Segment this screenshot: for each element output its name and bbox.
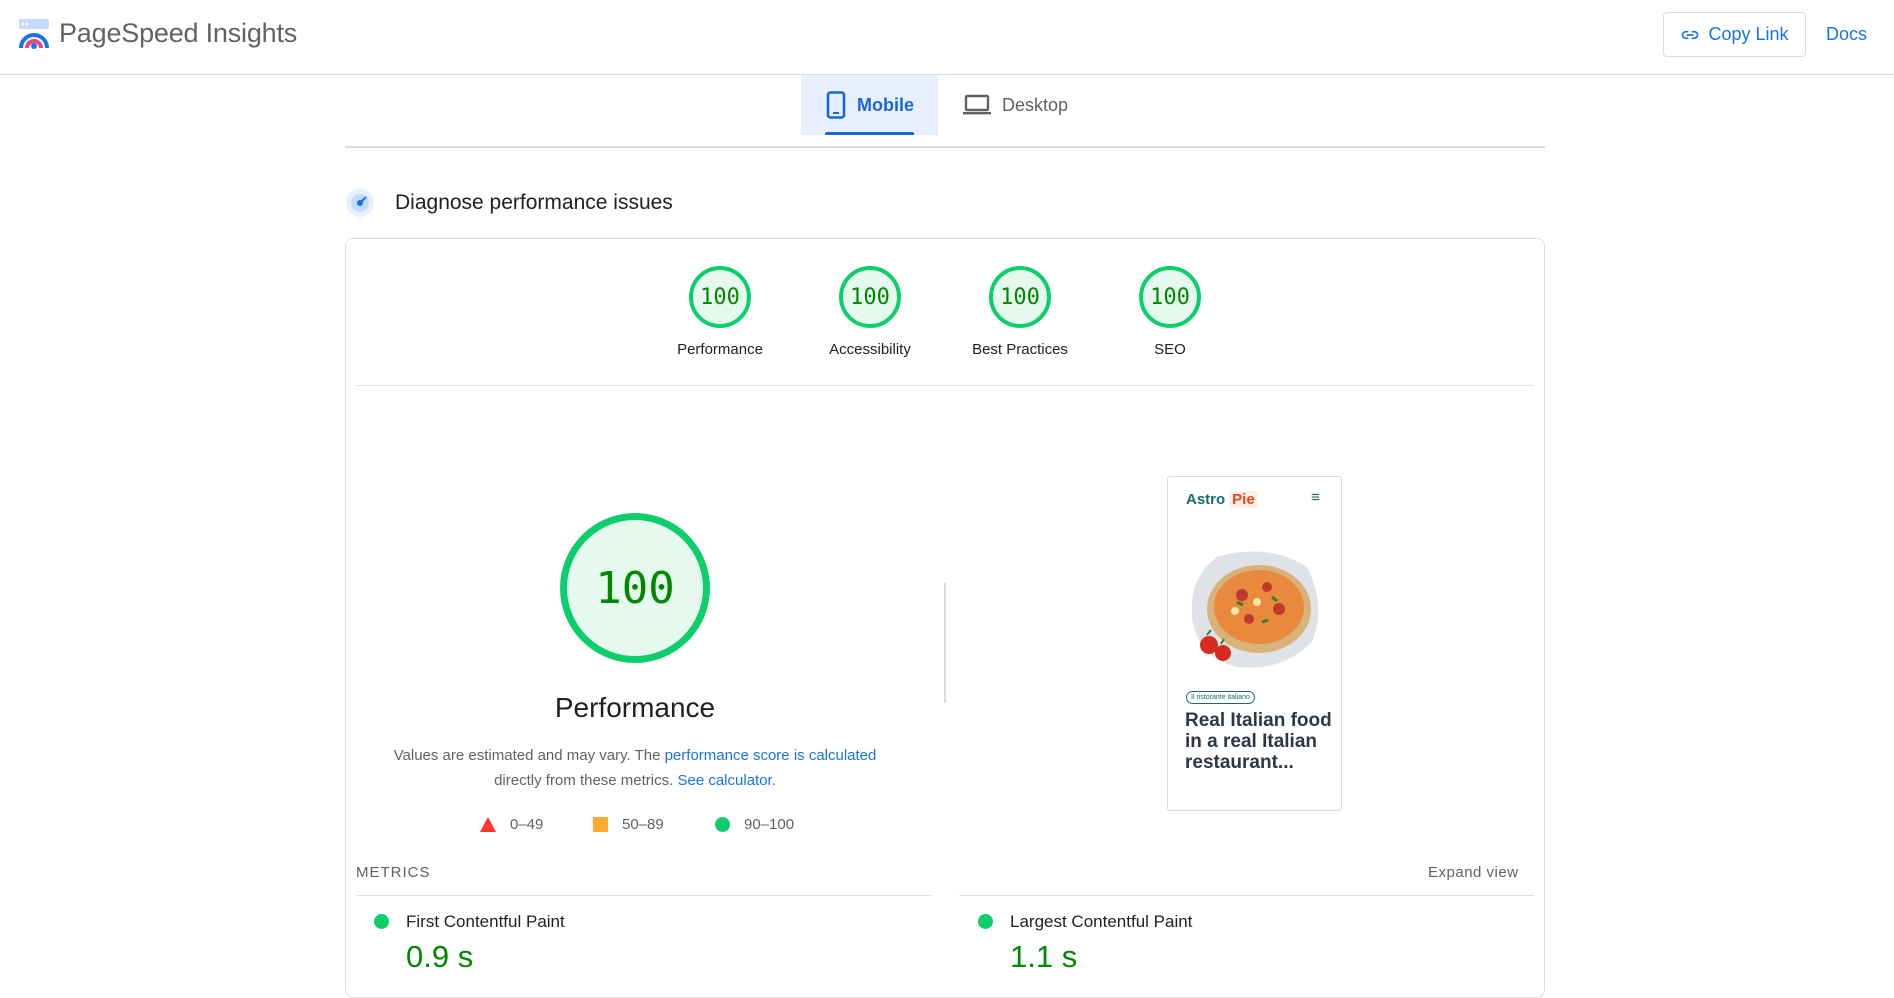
tab-mobile-label: Mobile <box>857 94 914 115</box>
gauge-accessibility[interactable]: 100 Accessibility <box>815 266 925 358</box>
legend-range: 50–89 <box>622 816 664 833</box>
performance-description: Values are estimated and may vary. The p… <box>380 743 890 793</box>
legend-range: 0–49 <box>510 816 544 833</box>
performance-score-gauge: 100 <box>560 513 710 663</box>
docs-link[interactable]: Docs <box>1826 24 1867 45</box>
score-calculated-link[interactable]: performance score is calculated <box>665 747 877 764</box>
circle-icon <box>715 817 730 832</box>
legend-average: 50–89 <box>593 816 664 833</box>
preview-headline: Real Italian food in a real Italian rest… <box>1185 710 1332 773</box>
gauges-divider <box>356 385 1534 386</box>
section-title: Diagnose performance issues <box>395 191 673 214</box>
laptop-icon <box>963 94 991 115</box>
diagnose-icon <box>346 189 374 217</box>
expand-view-button[interactable]: Expand view <box>1428 864 1519 881</box>
gauge-label: Accessibility <box>829 341 911 358</box>
tab-desktop[interactable]: Desktop <box>938 75 1092 135</box>
link-icon <box>1682 30 1699 39</box>
triangle-icon <box>480 817 496 832</box>
brand-pie: Pie <box>1229 491 1258 508</box>
gauge-best-practices[interactable]: 100 Best Practices <box>965 266 1075 358</box>
desc-text: directly from these metrics. <box>494 772 678 789</box>
gauge-score: 100 <box>689 266 751 328</box>
smartphone-icon <box>826 91 846 119</box>
square-icon <box>593 817 608 832</box>
menu-icon: ≡ <box>1311 489 1320 506</box>
performance-title: Performance <box>554 692 716 723</box>
pagespeed-logo-icon[interactable] <box>18 18 50 50</box>
app-title: PageSpeed Insights <box>59 18 298 48</box>
tab-mobile[interactable]: Mobile <box>801 75 938 135</box>
metric-value: 1.1 s <box>1010 939 1078 974</box>
preview-tag: Il ristorante italiano <box>1186 691 1255 704</box>
brand-astro: Astro <box>1186 491 1226 508</box>
pass-circle-icon <box>978 914 993 929</box>
gauge-seo[interactable]: 100 SEO <box>1115 266 1225 358</box>
desc-text: Values are estimated and may vary. The <box>393 747 665 764</box>
metrics-label: METRICS <box>356 864 431 881</box>
metric-name: Largest Contentful Paint <box>1010 912 1193 931</box>
legend-range: 90–100 <box>744 816 795 833</box>
gauge-score: 100 <box>1139 266 1201 328</box>
device-tabs: Mobile Desktop <box>801 75 1092 135</box>
gauge-performance[interactable]: 100 Performance <box>665 266 775 358</box>
metrics-divider-left <box>356 895 931 896</box>
legend-pass: 90–100 <box>715 816 794 833</box>
copy-link-button[interactable]: Copy Link <box>1663 12 1806 57</box>
copy-link-label: Copy Link <box>1708 24 1789 44</box>
gauge-score: 100 <box>989 266 1051 328</box>
gauge-score: 100 <box>839 266 901 328</box>
pass-circle-icon <box>374 914 389 929</box>
metric-value: 0.9 s <box>406 939 474 974</box>
pizza-image <box>1191 551 1319 668</box>
preview-brand: Astro Pie <box>1186 491 1258 508</box>
top-bar: PageSpeed Insights Copy Link Docs <box>0 0 1894 75</box>
gauge-label: Performance <box>677 341 763 358</box>
metric-name: First Contentful Paint <box>406 912 565 931</box>
gauge-label: Best Practices <box>972 341 1068 358</box>
see-calculator-link[interactable]: See calculator. <box>677 772 775 789</box>
page-screenshot-preview: Astro Pie ≡ Il ristorante italiano Real … <box>1167 476 1342 811</box>
gauge-label: SEO <box>1154 341 1186 358</box>
legend-fail: 0–49 <box>480 816 543 833</box>
tabs-divider <box>345 146 1545 148</box>
tab-desktop-label: Desktop <box>1002 94 1069 115</box>
metrics-divider-right <box>959 895 1534 896</box>
vertical-divider <box>944 583 946 703</box>
